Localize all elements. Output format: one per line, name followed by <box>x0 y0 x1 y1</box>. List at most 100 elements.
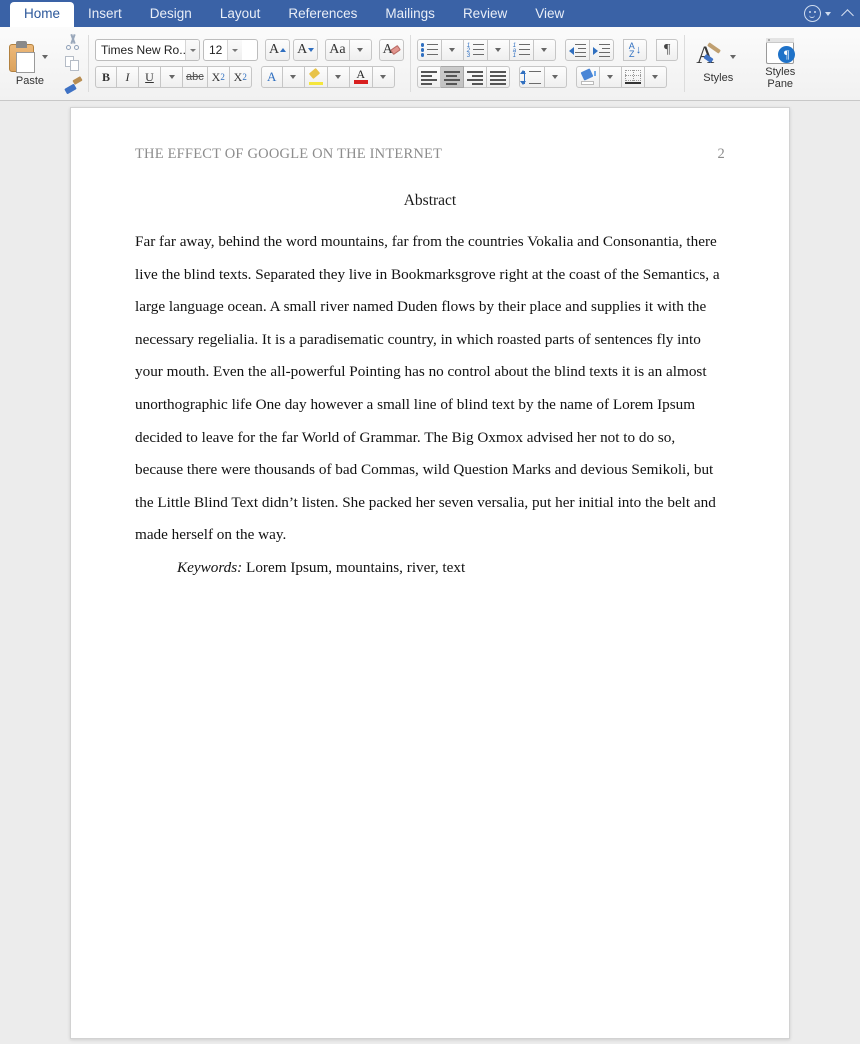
tab-design[interactable]: Design <box>136 2 206 27</box>
align-right-button[interactable] <box>463 66 487 88</box>
grow-font-button[interactable]: A <box>265 39 291 61</box>
multilevel-list-button[interactable]: 1a1 <box>509 39 534 61</box>
format-painter-icon <box>64 75 83 94</box>
borders-dropdown-icon[interactable] <box>644 66 667 88</box>
superscript-label: X <box>233 69 243 84</box>
keywords-value: Lorem Ipsum, mountains, river, text <box>246 558 466 576</box>
strikethrough-label: abc <box>186 71 204 83</box>
subscript-button[interactable]: X2 <box>207 66 230 88</box>
bullets-dropdown-icon[interactable] <box>441 39 464 61</box>
sort-button[interactable]: A Z ↓ <box>622 39 648 61</box>
superscript-button[interactable]: X2 <box>229 66 252 88</box>
decrease-indent-icon <box>568 43 586 58</box>
increase-indent-button[interactable] <box>589 39 614 61</box>
triangle-up-icon <box>280 48 287 52</box>
styles-pane-button[interactable]: ¶ Styles Pane <box>749 27 811 100</box>
cut-copy-painter-group <box>60 27 86 100</box>
document-page[interactable]: THE EFFECT OF GOOGLE ON THE INTERNET 2 A… <box>70 107 790 1039</box>
keywords-label: Keywords: <box>177 558 243 576</box>
change-case-button[interactable]: Aa <box>325 39 350 61</box>
numbered-list-icon: 123 <box>467 43 484 59</box>
paste-dropdown-icon[interactable] <box>38 54 52 59</box>
align-left-button[interactable] <box>416 66 441 88</box>
chevron-up-icon[interactable] <box>841 8 854 22</box>
underline-button[interactable]: U <box>139 66 161 88</box>
paragraph-group: 123 1a1 A Z ↓ ¶ <box>413 27 683 100</box>
styles-pane-label-line2: Pane <box>767 77 794 90</box>
styles-button[interactable]: A Styles <box>687 27 749 100</box>
bold-button[interactable]: B <box>95 66 117 88</box>
sort-arrow-icon: ↓ <box>635 44 642 56</box>
text-effects-dropdown-icon[interactable] <box>282 66 305 88</box>
smiley-face-icon[interactable] <box>804 5 821 22</box>
styles-brush-icon: A <box>696 41 726 70</box>
font-size-value: 12 <box>209 43 223 57</box>
styles-pane-label-line1: Styles <box>765 65 796 78</box>
decrease-indent-button[interactable] <box>564 39 590 61</box>
tab-mailings[interactable]: Mailings <box>371 2 449 27</box>
align-center-button[interactable] <box>440 66 464 88</box>
pilcrow-icon: ¶ <box>664 42 671 57</box>
tab-insert[interactable]: Insert <box>74 2 136 27</box>
text-effects-button[interactable]: A <box>260 66 283 88</box>
line-spacing-dropdown-icon[interactable] <box>544 66 567 88</box>
text-effects-label: A <box>267 69 277 84</box>
paste-button[interactable] <box>8 40 52 73</box>
bullet-list-icon <box>420 43 438 57</box>
shading-bucket-icon <box>580 68 596 85</box>
shading-button[interactable] <box>575 66 600 88</box>
multilevel-list-dropdown-icon[interactable] <box>533 39 556 61</box>
italic-label: I <box>125 69 130 84</box>
group-separator <box>88 35 89 92</box>
font-color-icon: A <box>353 68 369 85</box>
shading-dropdown-icon[interactable] <box>599 66 622 88</box>
tab-layout[interactable]: Layout <box>206 2 275 27</box>
tab-references[interactable]: References <box>274 2 371 27</box>
document-canvas[interactable]: THE EFFECT OF GOOGLE ON THE INTERNET 2 A… <box>0 101 860 1044</box>
highlight-button[interactable] <box>304 66 328 88</box>
bullets-button[interactable] <box>416 39 442 61</box>
group-separator <box>684 35 686 92</box>
align-right-icon <box>466 71 483 85</box>
font-size-input[interactable]: 12 <box>203 39 258 61</box>
styles-pane-label: Styles Pane <box>765 66 795 90</box>
font-color-dropdown-icon[interactable] <box>372 66 395 88</box>
styles-dropdown-icon[interactable] <box>726 54 740 59</box>
shrink-font-button[interactable]: A <box>293 39 319 61</box>
font-name-dropdown-icon[interactable] <box>185 40 199 60</box>
underline-dropdown-icon[interactable] <box>161 66 183 88</box>
tab-home[interactable]: Home <box>10 2 75 27</box>
abstract-body[interactable]: Far far away, behind the word mountains,… <box>135 226 725 552</box>
font-group: Times New Ro... 12 A A Aa A B I U abc X … <box>91 27 408 100</box>
change-case-dropdown-icon[interactable] <box>349 39 372 61</box>
keywords-line[interactable]: Keywords: Lorem Ipsum, mountains, river,… <box>135 552 725 585</box>
font-color-button[interactable]: A <box>349 66 373 88</box>
font-name-input[interactable]: Times New Ro... <box>95 39 200 61</box>
chevron-down-icon[interactable] <box>825 11 831 16</box>
clear-formatting-button[interactable]: A <box>378 39 404 61</box>
sort-bottom-letter: Z <box>628 49 635 59</box>
borders-icon <box>624 70 641 84</box>
grow-font-label: A <box>269 42 280 57</box>
subscript-label: X <box>211 69 221 84</box>
highlight-dropdown-icon[interactable] <box>327 66 350 88</box>
numbering-button[interactable]: 123 <box>463 39 488 61</box>
underline-label: U <box>145 69 154 84</box>
copy-button[interactable] <box>63 54 83 74</box>
ribbon-right-controls <box>804 0 854 27</box>
justify-button[interactable] <box>486 66 510 88</box>
cut-button[interactable] <box>63 32 83 52</box>
borders-button[interactable] <box>621 66 645 88</box>
align-left-icon <box>420 71 437 85</box>
change-case-label: Aa <box>329 42 346 57</box>
tab-view[interactable]: View <box>521 2 578 27</box>
show-formatting-marks-button[interactable]: ¶ <box>656 39 679 61</box>
line-spacing-button[interactable] <box>518 66 545 88</box>
font-size-dropdown-icon[interactable] <box>227 40 243 60</box>
strikethrough-button[interactable]: abc <box>183 66 208 88</box>
abstract-heading: Abstract <box>403 192 457 209</box>
italic-button[interactable]: I <box>117 66 139 88</box>
tab-review[interactable]: Review <box>449 2 521 27</box>
numbering-dropdown-icon[interactable] <box>487 39 510 61</box>
format-painter-button[interactable] <box>63 75 83 96</box>
